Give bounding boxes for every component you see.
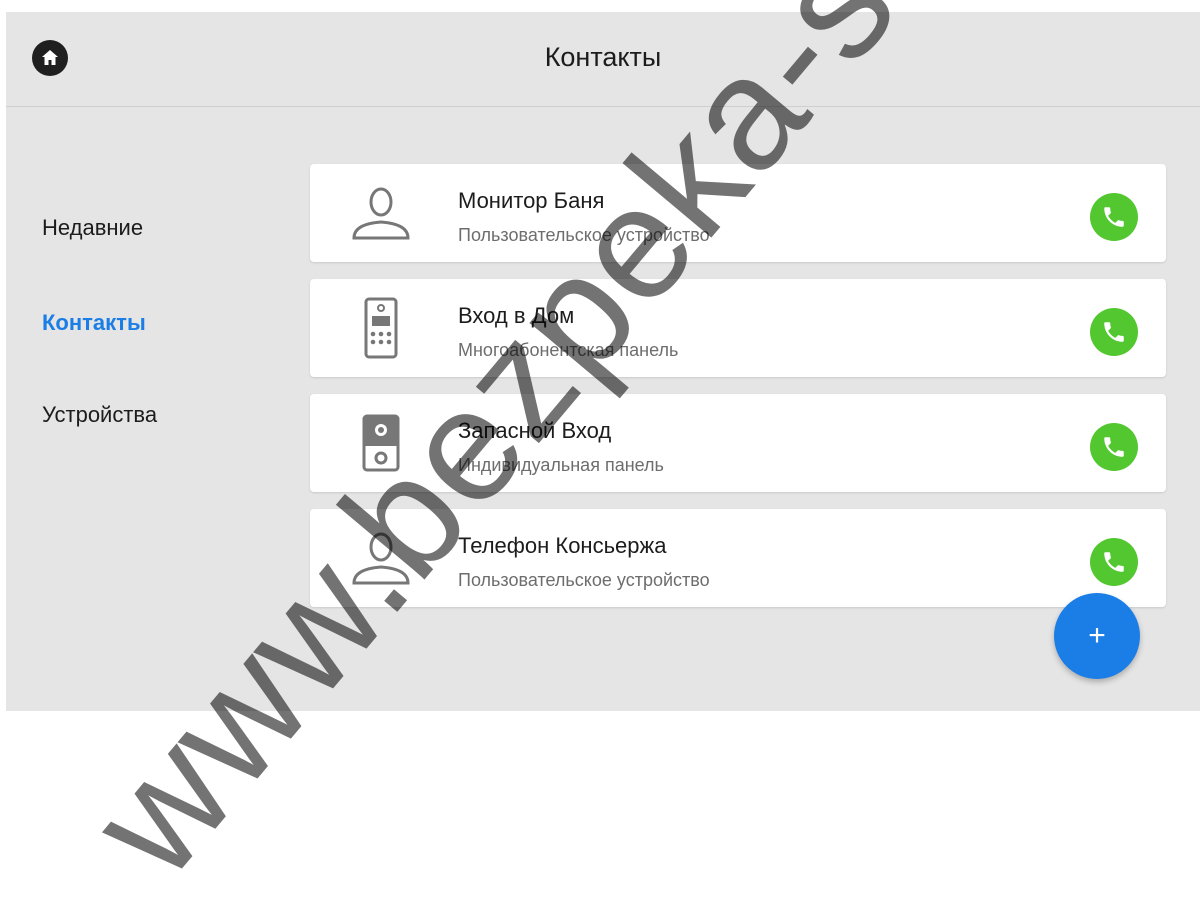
person-icon (352, 187, 410, 240)
screen: Контакты Недавние Контакты Устройства Мо… (6, 12, 1200, 711)
call-button[interactable] (1090, 423, 1138, 471)
call-button[interactable] (1090, 193, 1138, 241)
page-title: Контакты (544, 42, 662, 72)
contact-card[interactable]: Запасной Вход Индивидуальная панель (310, 394, 1166, 492)
call-button[interactable] (1090, 538, 1138, 586)
add-contact-button[interactable]: + (1054, 593, 1140, 679)
multi-apartment-panel-icon (364, 297, 398, 359)
sidebar-item-contacts[interactable]: Контакты (42, 310, 146, 336)
contact-name: Телефон Консьержа (458, 533, 667, 558)
phone-icon (1104, 322, 1124, 342)
contact-name: Запасной Вход (458, 418, 612, 443)
contact-type: Пользовательское устройство (458, 570, 710, 590)
person-icon (352, 532, 410, 585)
contact-name: Вход в Дом (458, 303, 575, 328)
phone-icon (1104, 437, 1124, 457)
contact-card[interactable]: Вход в Дом Многоабонентская панель (310, 279, 1166, 377)
individual-panel-icon (362, 414, 400, 472)
call-button[interactable] (1090, 308, 1138, 356)
sidebar-item-recent[interactable]: Недавние (42, 215, 143, 241)
phone-icon (1104, 207, 1124, 227)
contact-type: Индивидуальная панель (458, 455, 664, 475)
phone-icon (1104, 552, 1124, 572)
contact-type: Пользовательское устройство (458, 225, 710, 245)
sidebar-item-devices[interactable]: Устройства (42, 402, 157, 428)
contact-type: Многоабонентская панель (458, 340, 679, 360)
contact-name: Монитор Баня (458, 188, 605, 213)
contact-card[interactable]: Телефон Консьержа Пользовательское устро… (310, 509, 1166, 607)
contact-card[interactable]: Монитор Баня Пользовательское устройство (310, 164, 1166, 262)
top-bar: Контакты (6, 12, 1200, 107)
